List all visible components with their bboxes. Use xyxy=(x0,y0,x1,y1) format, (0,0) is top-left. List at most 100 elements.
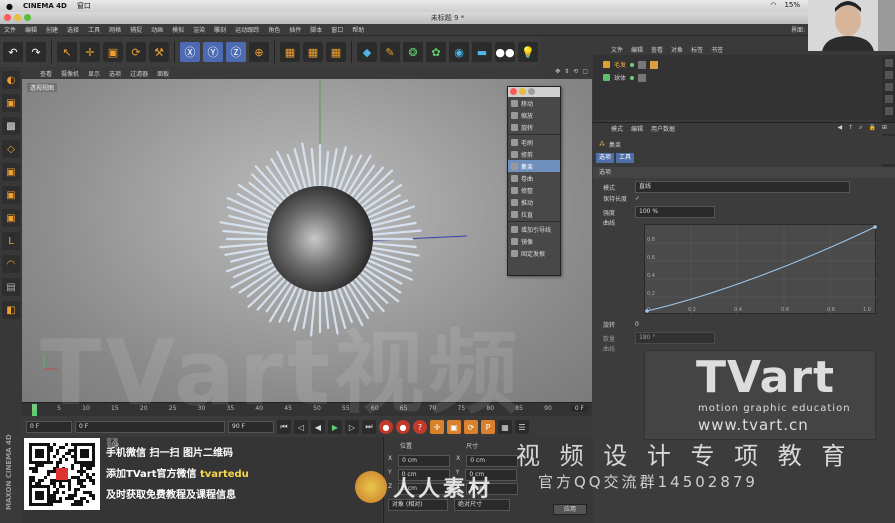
object-menu-item[interactable]: 书签 xyxy=(711,45,723,54)
apple-icon[interactable]: ● xyxy=(6,2,13,11)
maximize-icon[interactable]: ▢ xyxy=(582,68,588,75)
tool-scale[interactable]: 缩放 xyxy=(508,109,560,121)
menu-item[interactable]: 编辑 xyxy=(25,25,37,34)
palette-titlebar[interactable] xyxy=(508,87,560,97)
apply-button[interactable]: 应用 xyxy=(553,504,587,515)
menu-item[interactable]: 渲染 xyxy=(193,25,205,34)
visibility-dot[interactable] xyxy=(630,75,635,80)
back-icon[interactable]: ◀ xyxy=(837,124,842,132)
cube-icon[interactable]: ◆ xyxy=(357,42,377,62)
options-section-header[interactable]: 选项 xyxy=(593,167,895,178)
attr-menu-item[interactable]: 编辑 xyxy=(631,124,643,133)
wifi-icon[interactable]: ◠ xyxy=(770,1,776,9)
battery-label[interactable]: 15% xyxy=(784,1,800,9)
mac-app-name[interactable]: CINEMA 4D xyxy=(23,2,67,10)
undo-icon[interactable]: ↶ xyxy=(3,42,23,62)
mac-menu-window[interactable]: 窗口 xyxy=(77,1,91,11)
viewport-menu-item[interactable]: 面板 xyxy=(157,69,169,78)
object-menu-item[interactable]: 文件 xyxy=(611,45,623,54)
zoom-icon[interactable]: ⇕ xyxy=(564,68,569,75)
attr-menu-item[interactable]: 模式 xyxy=(611,124,623,133)
x-axis-icon[interactable]: Ⓧ xyxy=(180,42,200,62)
position-x-field[interactable]: 0 cm xyxy=(398,455,451,467)
move-icon[interactable]: ✛ xyxy=(80,42,100,62)
rotation-checkbox[interactable]: 0 xyxy=(635,321,639,328)
hair-tag-icon[interactable] xyxy=(650,60,659,69)
palette-zoom-button[interactable] xyxy=(528,88,535,95)
tool-move[interactable]: 移动 xyxy=(508,97,560,109)
lock-icon[interactable]: 🔒 xyxy=(868,124,875,132)
menu-item[interactable]: 创建 xyxy=(46,25,58,34)
menu-item[interactable]: 模拟 xyxy=(172,25,184,34)
subdivision-icon[interactable]: ❂ xyxy=(403,42,423,62)
tool-brush[interactable]: 毛刷 xyxy=(508,136,560,148)
object-row-sphere[interactable]: 球体 xyxy=(603,73,647,82)
object-name[interactable]: 毛发 xyxy=(614,60,626,69)
redo-icon[interactable]: ↷ xyxy=(26,42,46,62)
y-axis-icon[interactable]: Ⓨ xyxy=(203,42,223,62)
render-view-icon[interactable]: ▦ xyxy=(280,42,300,62)
tool-curl[interactable]: 卷曲 xyxy=(508,172,560,184)
object-menu-item[interactable]: 编辑 xyxy=(631,45,643,54)
layers-tab[interactable] xyxy=(884,107,893,115)
cloner-icon[interactable]: ✿ xyxy=(426,42,446,62)
mode-select[interactable]: 直线 xyxy=(635,181,850,193)
content-browser-tab[interactable] xyxy=(884,83,893,91)
tool-cut[interactable]: 修剪 xyxy=(508,148,560,160)
phong-tag-icon[interactable] xyxy=(638,73,647,82)
close-window-button[interactable] xyxy=(4,14,11,21)
menu-item[interactable]: 网格 xyxy=(109,25,121,34)
pan-icon[interactable]: ✥ xyxy=(555,68,560,75)
texture-mode-icon[interactable]: ▩ xyxy=(2,117,20,135)
tool-clump[interactable]: 集束 xyxy=(508,160,560,172)
edges-mode-icon[interactable]: ▣ xyxy=(2,186,20,204)
lock-workplane-icon[interactable]: ▤ xyxy=(2,278,20,296)
tab-options[interactable]: 选项 xyxy=(596,153,615,163)
solo-icon[interactable]: ◧ xyxy=(2,301,20,319)
tool-comb[interactable]: 修整 xyxy=(508,184,560,196)
camera-icon[interactable]: ●● xyxy=(495,42,515,62)
keep-length-checkbox[interactable]: ✓ xyxy=(635,195,640,202)
points-mode-icon[interactable]: ▣ xyxy=(2,163,20,181)
new-panel-icon[interactable]: ⊞ xyxy=(882,124,887,132)
menu-item[interactable]: 插件 xyxy=(289,25,301,34)
menu-item[interactable]: 动画 xyxy=(151,25,163,34)
orbit-icon[interactable]: ⟲ xyxy=(573,68,578,75)
strength-curve-editor[interactable]: 0.8 0.6 0.4 0.2 0 0.2 0.4 0.6 0.8 1.0 xyxy=(644,224,877,315)
polygons-mode-icon[interactable]: ▣ xyxy=(2,209,20,227)
tool-push[interactable]: 推动 xyxy=(508,196,560,208)
viewport-menu-item[interactable]: 过滤器 xyxy=(130,69,148,78)
tool-straighten[interactable]: 拉直 xyxy=(508,208,560,220)
up-icon[interactable]: ↑ xyxy=(848,124,853,132)
live-select-icon[interactable]: ↖ xyxy=(57,42,77,62)
menu-item[interactable]: 窗口 xyxy=(331,25,343,34)
viewport-menu-item[interactable]: 摄像机 xyxy=(61,69,79,78)
menu-item[interactable]: 捕捉 xyxy=(130,25,142,34)
attr-menu-item[interactable]: 用户数据 xyxy=(651,124,675,133)
size-x-field[interactable]: 0 cm xyxy=(466,455,519,467)
menu-item[interactable]: 文件 xyxy=(4,25,16,34)
tool-add-guides[interactable]: 增加引导线 xyxy=(508,223,560,235)
palette-close-button[interactable] xyxy=(510,88,517,95)
spline-pen-icon[interactable]: ✎ xyxy=(380,42,400,62)
tool-set-roots[interactable]: 固定发根 xyxy=(508,247,560,259)
object-menu-item[interactable]: 标签 xyxy=(691,45,703,54)
axis-mode-icon[interactable]: L xyxy=(2,232,20,250)
scale-icon[interactable]: ▣ xyxy=(103,42,123,62)
menu-item[interactable]: 角色 xyxy=(268,25,280,34)
search-icon[interactable]: ⌕ xyxy=(859,124,862,132)
object-row-hair[interactable]: 毛发 xyxy=(603,60,659,69)
menu-item[interactable]: 脚本 xyxy=(310,25,322,34)
deformer-icon[interactable]: ◉ xyxy=(449,42,469,62)
object-name[interactable]: 球体 xyxy=(614,73,626,82)
tool-mirror[interactable]: 镜像 xyxy=(508,235,560,247)
palette-minimize-button[interactable] xyxy=(519,88,526,95)
objects-tab[interactable] xyxy=(884,59,893,67)
coordinate-system-icon[interactable]: ⊕ xyxy=(249,42,269,62)
viewport-menu-item[interactable]: 选项 xyxy=(109,69,121,78)
z-axis-icon[interactable]: Ⓩ xyxy=(226,42,246,62)
rotate-icon[interactable]: ⟳ xyxy=(126,42,146,62)
object-menu-item[interactable]: 查看 xyxy=(651,45,663,54)
render-settings-icon[interactable]: ▦ xyxy=(326,42,346,62)
recent-tools-icon[interactable]: ⚒ xyxy=(149,42,169,62)
